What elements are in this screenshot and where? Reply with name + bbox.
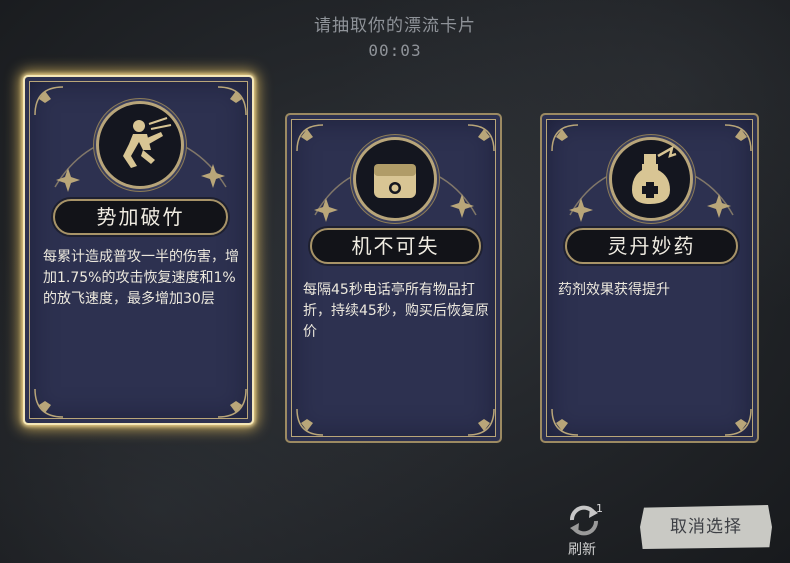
card-emblem: [96, 101, 184, 189]
card-ji-bu-ke-shi[interactable]: 机不可失 每隔45秒电话亭所有物品打折，持续45秒，购买后恢复原价: [285, 113, 502, 443]
card-name: 机不可失: [310, 228, 481, 264]
card-description: 每隔45秒电话亭所有物品打折，持续45秒，购买后恢复原价: [303, 282, 489, 340]
card-description: 每累计造成普攻一半的伤害，增加1.75%的攻击恢复速度和1%的放飞速度，最多增加…: [43, 249, 239, 307]
refresh-count: 1: [596, 502, 603, 515]
card-shi-jia-po-zhu[interactable]: 势加破竹 每累计造成普攻一半的伤害，增加1.75%的攻击恢复速度和1%的放飞速度…: [23, 75, 254, 425]
potion-bottle-icon: [632, 145, 677, 204]
card-emblem: [353, 137, 437, 221]
card-description: 药剂效果获得提升: [558, 282, 670, 298]
card-name: 势加破竹: [53, 199, 228, 235]
refresh-button[interactable]: 1 刷新: [562, 500, 612, 560]
card-name: 灵丹妙药: [565, 228, 738, 264]
card-ling-dan-miao-yao[interactable]: 灵丹妙药 药剂效果获得提升: [540, 113, 759, 443]
page-title: 请抽取你的漂流卡片: [314, 16, 476, 36]
wallet-icon: [374, 164, 416, 198]
refresh-label: 刷新: [568, 542, 596, 558]
countdown-timer: 00:03: [368, 41, 422, 60]
card-emblem: [609, 137, 693, 221]
cancel-selection-button[interactable]: 取消选择: [640, 505, 772, 549]
running-figure-icon: [123, 117, 172, 168]
